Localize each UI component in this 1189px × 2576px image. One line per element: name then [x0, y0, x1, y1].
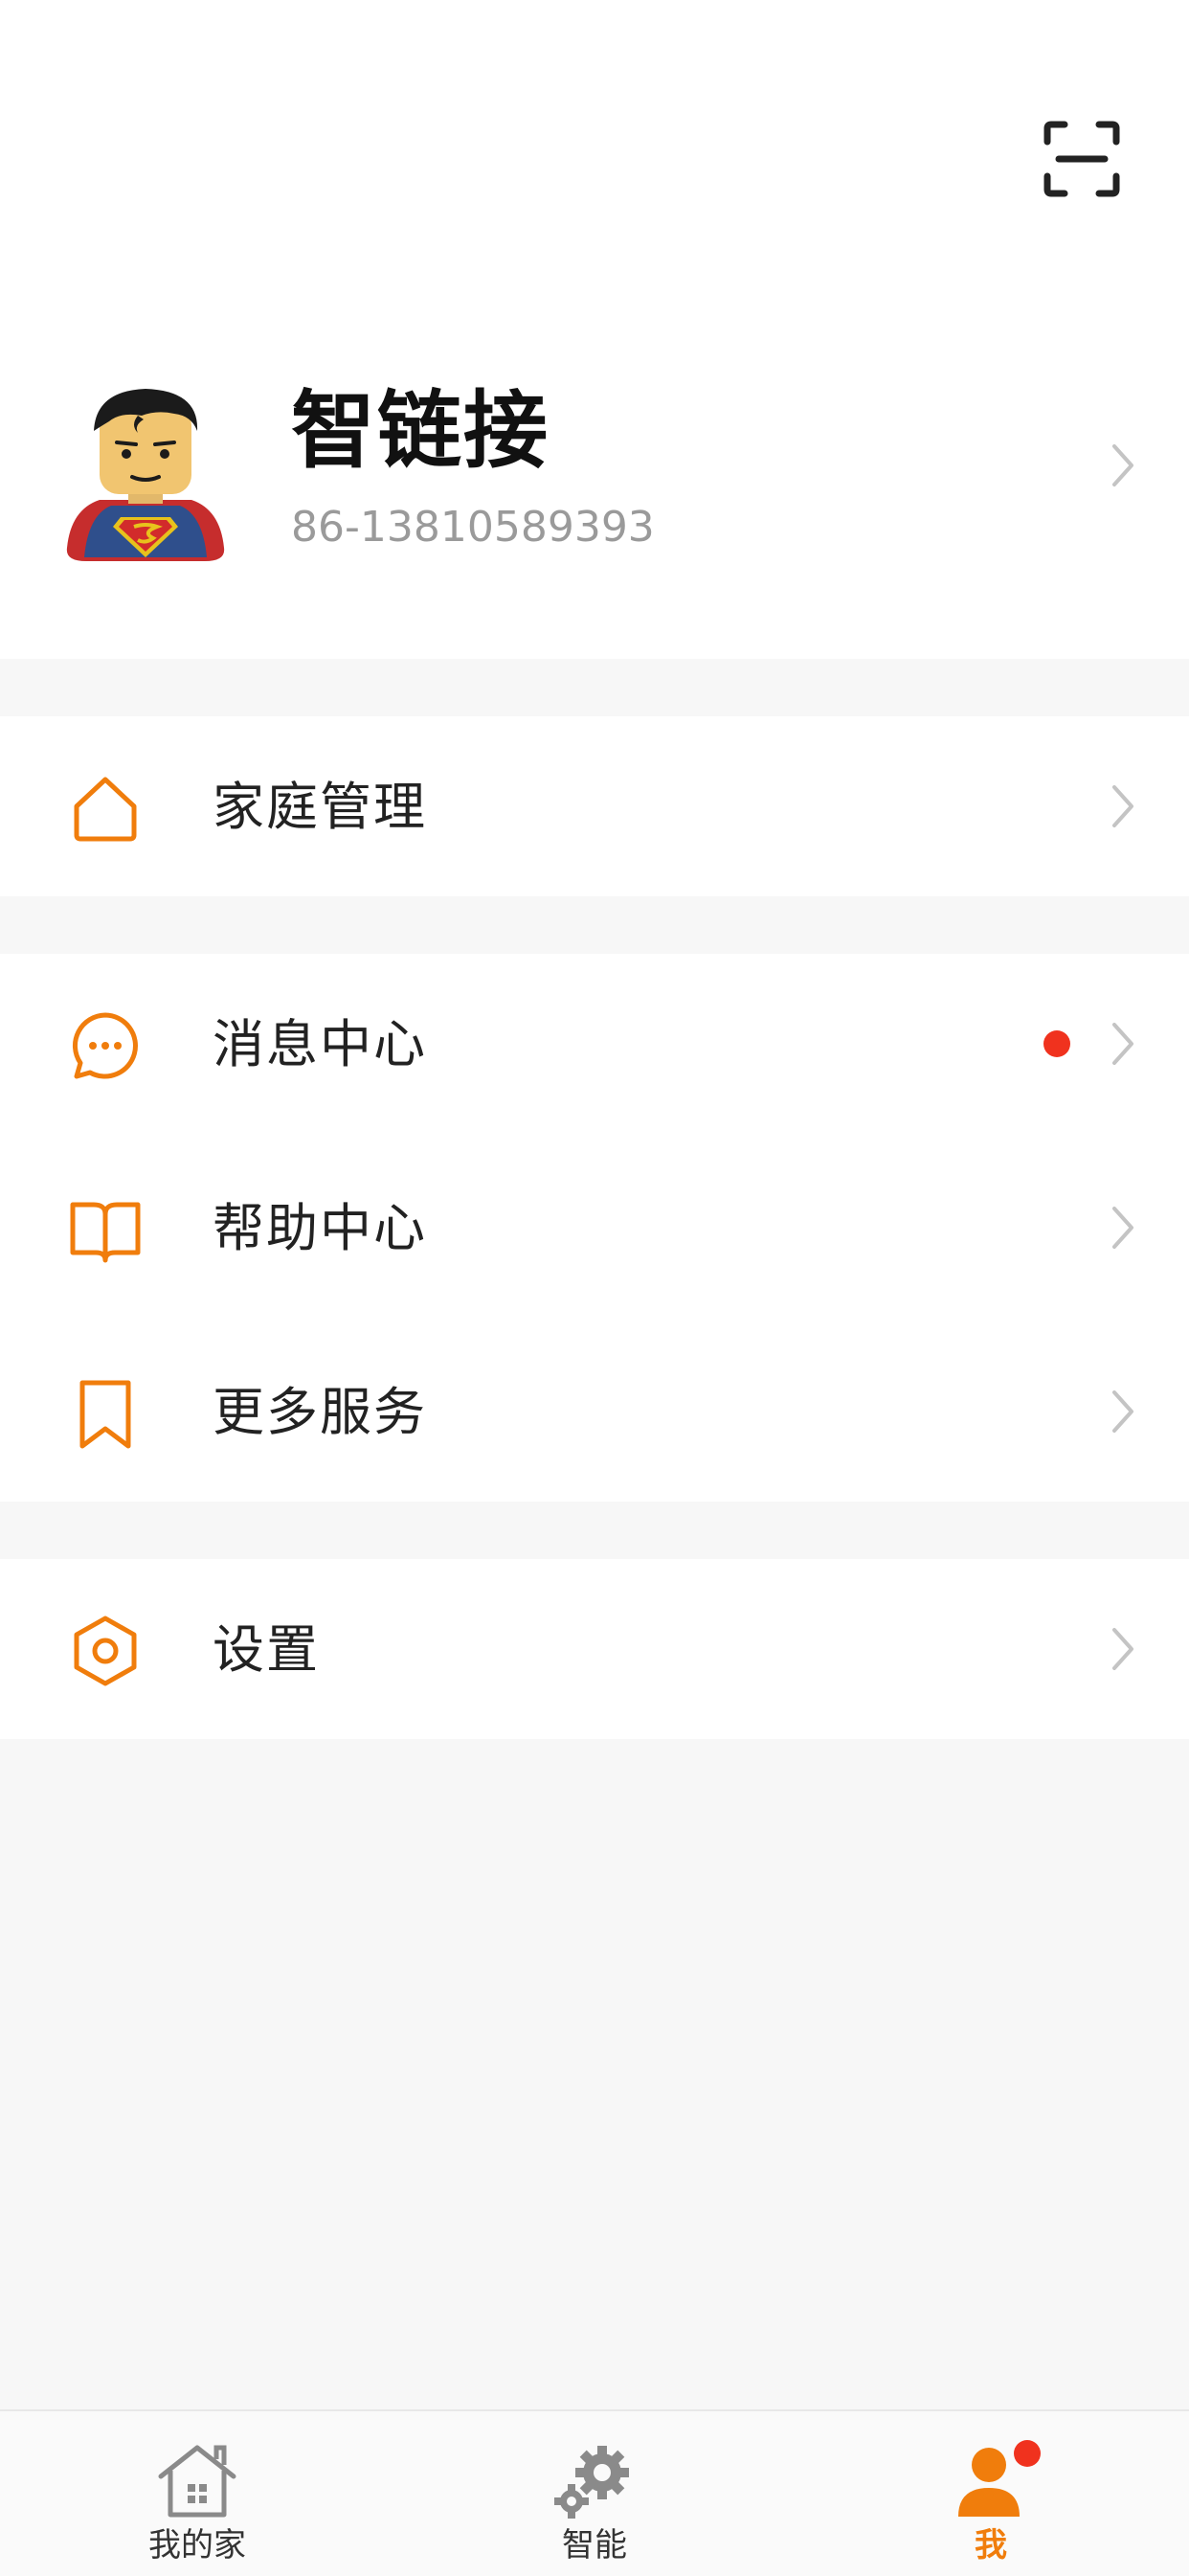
scan-icon — [1043, 121, 1120, 197]
gears-icon — [549, 2436, 640, 2528]
menu-item-label: 更多服务 — [213, 1382, 427, 1442]
menu-item-label: 家庭管理 — [213, 777, 427, 837]
scan-button[interactable] — [1042, 119, 1122, 199]
chat-bubble-icon — [69, 1009, 142, 1082]
menu-item-more-services[interactable]: 更多服务 — [0, 1322, 1189, 1502]
menu-item-settings[interactable]: 设置 — [0, 1559, 1189, 1739]
menu-item-message-center[interactable]: 消息中心 — [0, 954, 1189, 1134]
tab-me[interactable]: 我 — [847, 2411, 1134, 2576]
menu-group-family: 家庭管理 — [0, 716, 1189, 896]
menu-item-label: 帮助中心 — [213, 1198, 427, 1258]
menu-item-help-center[interactable]: 帮助中心 — [0, 1138, 1189, 1318]
menu-group-services: 消息中心 帮助中心 更多服务 — [0, 954, 1189, 1502]
unread-badge — [1043, 1030, 1070, 1057]
tab-badge — [1014, 2440, 1041, 2467]
profile-header: 智链接 86-13810589393 — [0, 0, 1189, 659]
tab-label: 我的家 — [148, 2526, 246, 2565]
chevron-right-icon — [1109, 1203, 1137, 1253]
menu-item-family-management[interactable]: 家庭管理 — [0, 716, 1189, 896]
tab-label: 智能 — [562, 2526, 627, 2565]
chevron-right-icon — [1109, 441, 1137, 490]
avatar[interactable] — [61, 383, 230, 565]
book-icon — [69, 1193, 142, 1266]
tab-my-home[interactable]: 我的家 — [54, 2411, 341, 2576]
menu-item-label: 消息中心 — [213, 1014, 427, 1074]
bookmark-icon — [69, 1377, 142, 1450]
chevron-right-icon — [1109, 1019, 1137, 1069]
chevron-right-icon — [1109, 1387, 1137, 1436]
house-icon — [151, 2436, 243, 2528]
menu-group-settings: 设置 — [0, 1559, 1189, 1739]
chevron-right-icon — [1109, 1624, 1137, 1674]
hexagon-settings-icon — [69, 1615, 142, 1687]
user-name: 智链接 — [291, 381, 550, 480]
bottom-tab-bar: 我的家 智能 我 — [0, 2409, 1189, 2576]
chevron-right-icon — [1109, 781, 1137, 831]
home-icon — [69, 772, 142, 845]
menu-item-label: 设置 — [213, 1619, 320, 1680]
tab-label: 我 — [975, 2526, 1007, 2565]
tab-smart[interactable]: 智能 — [451, 2411, 738, 2576]
user-phone: 86-13810589393 — [291, 503, 655, 552]
